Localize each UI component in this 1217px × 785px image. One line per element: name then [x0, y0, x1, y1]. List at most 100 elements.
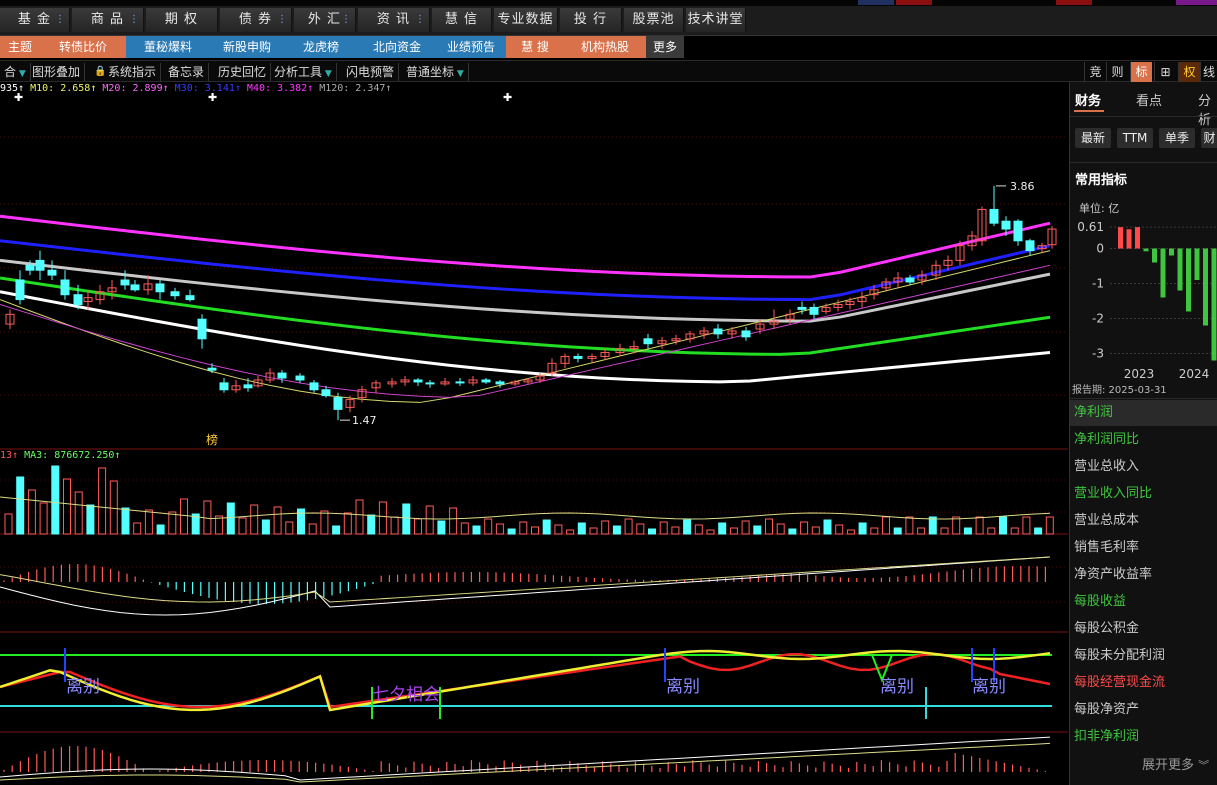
metric-item[interactable]: 净利润 — [1070, 400, 1217, 426]
nav-item-3[interactable]: 债 券 ⋮ — [220, 8, 292, 32]
volume-bar — [519, 521, 528, 535]
single-quarter-button[interactable]: 单季 — [1159, 128, 1195, 148]
volume-bar — [226, 502, 235, 535]
nav-item-label: 技术讲堂 — [687, 12, 744, 27]
chevron-down-icon: ︾ — [1198, 759, 1210, 772]
candle-body — [481, 379, 491, 383]
metric-item[interactable]: 营业总成本 — [1074, 508, 1214, 534]
nav-item-label: 商 品 — [90, 12, 125, 27]
subnav-item-9[interactable]: 更多 — [646, 36, 684, 58]
tab-highlights[interactable]: 看点 — [1136, 90, 1162, 109]
nav-item-1[interactable]: 商 品 ⋮ — [72, 8, 144, 32]
right-tool-3[interactable]: ⊞ — [1154, 62, 1176, 82]
volume-ma-line — [0, 496, 1051, 520]
y-tick-label: -2 — [1092, 312, 1104, 326]
metric-item[interactable]: 营业收入同比 — [1074, 481, 1214, 507]
candle-body — [25, 264, 35, 271]
metric-item[interactable]: 净利润同比 — [1074, 427, 1214, 453]
dropdown-icon: ⋮ — [55, 14, 66, 25]
volume-bar — [882, 516, 890, 535]
signal-label: 离别 — [66, 677, 100, 697]
fiscal-button[interactable]: 财 — [1201, 128, 1217, 148]
nav-item-10[interactable]: 技术讲堂 — [686, 8, 746, 32]
metric-item[interactable]: 营业总收入 — [1074, 454, 1214, 480]
volume-bar — [963, 527, 972, 535]
subnav-item-5[interactable]: 北向资金 — [358, 36, 436, 58]
ttm-button[interactable]: TTM — [1117, 128, 1153, 148]
subnav-item-0[interactable]: 主题 — [0, 36, 40, 58]
metric-item[interactable]: 扣非净利润 — [1074, 724, 1214, 750]
macd-dea-line — [0, 556, 1051, 603]
toolbar-item-2[interactable]: 系统指示 — [104, 63, 162, 81]
toolbar-item-3[interactable]: 备忘录 — [164, 63, 210, 81]
candle-body — [130, 284, 140, 291]
toolbar-item-5[interactable]: 分析工具 ▼ — [270, 63, 337, 81]
lock-icon[interactable]: 🔒 — [90, 63, 110, 81]
metric-item[interactable]: 每股未分配利润 — [1074, 643, 1214, 669]
nav-item-label: 外 汇 — [307, 12, 342, 27]
subnav-item-1[interactable]: 转债比价 — [40, 36, 126, 58]
metric-item[interactable]: 销售毛利率 — [1074, 535, 1214, 561]
volume-legend: 13↑ MA3: 876672.250↑ — [0, 450, 120, 461]
toolbar-item-label: 备忘录 — [168, 65, 205, 79]
volume-bar — [835, 524, 844, 535]
metric-item[interactable]: 净资产收益率 — [1074, 562, 1214, 588]
toolbar-item-1[interactable]: 图形叠加 — [28, 63, 86, 81]
right-tool-4[interactable]: 权 — [1178, 62, 1200, 82]
subnav-item-8[interactable]: 机构热股 — [564, 36, 646, 58]
latest-button[interactable]: 最新 — [1075, 128, 1111, 148]
subnav-item-2[interactable]: 董秘爆料 — [126, 36, 210, 58]
top-deco-block — [858, 0, 894, 5]
metric-item[interactable]: 每股经营现金流 — [1074, 670, 1214, 696]
volume-bar — [507, 528, 516, 535]
tab-finance[interactable]: 财务 — [1075, 90, 1101, 109]
toolbar-item-7[interactable]: 普通坐标 ▼ — [402, 63, 469, 81]
volume-bar — [531, 526, 539, 535]
net-profit-bar — [1118, 227, 1123, 249]
toolbar-item-label: 普通坐标 — [406, 65, 455, 79]
metric-item[interactable]: 每股公积金 — [1074, 616, 1214, 642]
nav-item-7[interactable]: 专业数据 — [494, 8, 558, 32]
volume-bar — [823, 519, 832, 535]
right-tool-2[interactable]: 标 — [1130, 62, 1152, 82]
nav-item-9[interactable]: 股票池 — [624, 8, 684, 32]
nav-item-4[interactable]: 外 汇 ⋮ — [294, 8, 356, 32]
nav-item-8[interactable]: 投 行 — [560, 8, 622, 32]
tab-finance-underline — [1074, 110, 1104, 112]
nav-item-5[interactable]: 资 讯 ⋮ — [358, 8, 430, 32]
candle-body — [321, 389, 331, 397]
right-tool-1[interactable]: 则 — [1106, 62, 1128, 82]
section-divider — [1070, 162, 1217, 163]
right-tool-0[interactable]: 竞 — [1084, 62, 1106, 82]
volume-bar — [999, 516, 1007, 535]
expand-more-link[interactable]: 展开更多 ︾ — [1142, 754, 1209, 773]
candle-body — [219, 382, 229, 391]
volume-bar — [308, 523, 317, 535]
toolbar-item-6[interactable]: 闪电预警 — [342, 63, 400, 81]
subnav-item-3[interactable]: 新股申购 — [210, 36, 284, 58]
macd-dif-line — [0, 556, 1051, 616]
nav-item-0[interactable]: 基 金 ⋮ — [0, 8, 70, 32]
top-deco-block — [1056, 0, 1092, 5]
tab-analysis[interactable]: 分析 — [1198, 90, 1217, 128]
nav-item-2[interactable]: 期 权 — [146, 8, 218, 32]
metric-item[interactable]: 每股净资产 — [1074, 697, 1214, 723]
volume-bar — [612, 525, 621, 535]
subnav-item-6[interactable]: 业绩预告 — [436, 36, 506, 58]
right-tool-5[interactable]: 线 — [1200, 62, 1217, 82]
ma120-value: M120: 2.347↑ — [319, 83, 392, 94]
toolbar-item-4[interactable]: 历史回忆 — [214, 63, 272, 81]
toolbar-item-0[interactable]: 合 ▼ — [0, 63, 31, 81]
volume-bar — [788, 528, 797, 535]
volume-bar — [753, 525, 762, 535]
subnav-item-4[interactable]: 龙虎榜 — [284, 36, 358, 58]
volume-bar — [893, 527, 902, 535]
metric-item[interactable]: 每股收益 — [1074, 589, 1214, 615]
volume-bar — [542, 519, 551, 535]
ma40-value: M40: 3.382↑ — [246, 83, 314, 94]
chart-area[interactable]: 3.86 1.47 榜 ✚ ✚ ✚ 离别 七夕相会 离别 离别 离别 935↑ M10: 2.658… — [0, 82, 1068, 785]
volume-bar — [800, 521, 809, 535]
nav-item-6[interactable]: 慧 信 — [432, 8, 492, 32]
subnav-item-7[interactable]: 慧 搜 — [506, 36, 564, 58]
volume-bar — [144, 509, 153, 535]
